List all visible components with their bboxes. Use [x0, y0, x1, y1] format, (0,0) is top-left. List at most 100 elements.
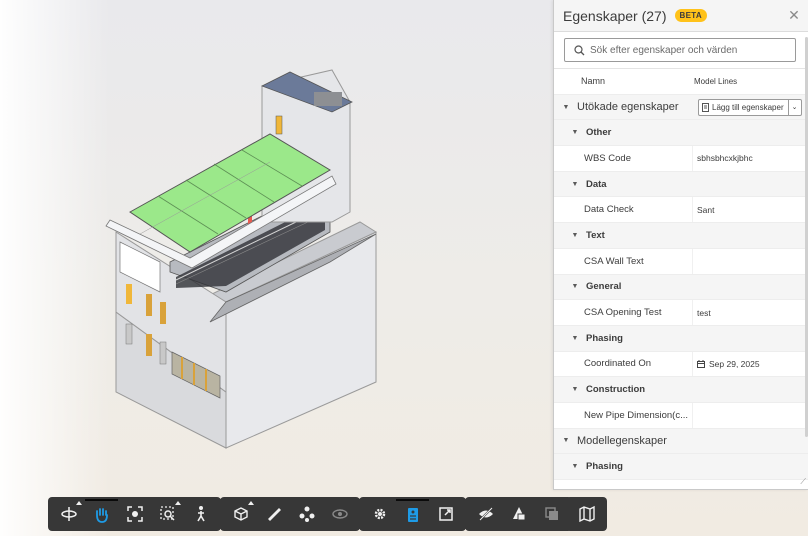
search-icon [574, 44, 585, 55]
hide-eye-button[interactable] [323, 499, 356, 529]
group-label: Data [586, 178, 607, 190]
panel-title: Egenskaper (27) [563, 7, 667, 24]
property-name: New Pipe Dimension(c... [584, 409, 689, 421]
more-options-indicator-icon [76, 501, 82, 505]
property-name: Data Check [584, 204, 634, 216]
group-label: Phasing [586, 332, 623, 344]
viewer-edge-glow [0, 0, 110, 536]
sheets-map-icon [578, 505, 595, 523]
explode-button[interactable] [290, 499, 323, 529]
properties-button[interactable] [396, 499, 429, 529]
toolbar-group [566, 497, 607, 531]
toolbar-group [465, 497, 572, 531]
property-name: WBS Code [584, 152, 631, 164]
visibility-off-button[interactable] [469, 499, 502, 529]
close-icon[interactable]: ✕ [786, 7, 802, 23]
pan-hand-button[interactable] [85, 499, 118, 529]
property-row[interactable]: Data Check Sant [554, 197, 808, 224]
panel-header: Egenskaper (27) BETA ✕ [554, 0, 808, 32]
group-header[interactable]: ▼ Other [554, 120, 808, 147]
group-label: Construction [586, 384, 646, 396]
section-box-icon [233, 507, 248, 521]
chevron-down-icon[interactable]: ⌄ [787, 99, 801, 115]
property-name: CSA Opening Test [584, 307, 662, 319]
group-header[interactable]: ▼ Phasing [554, 454, 808, 480]
property-value-text: sbhsbhcxkjbhc [697, 153, 753, 164]
property-row[interactable]: CSA Opening Test test [554, 300, 808, 326]
layers-icon [544, 507, 558, 520]
property-value-text: Sep 29, 2025 [709, 358, 760, 369]
column-divider [692, 300, 693, 325]
properties-list: Namn Model Lines ▼ Utökade egenskaper Lägg… [554, 69, 808, 480]
pan-hand-icon [95, 508, 108, 523]
column-divider [692, 197, 693, 223]
column-value-header: Model Lines [694, 76, 738, 86]
fullscreen-icon [438, 507, 453, 521]
column-header: Namn Model Lines [554, 69, 808, 95]
group-label: Phasing [586, 461, 623, 473]
fullscreen-button[interactable] [429, 499, 462, 529]
property-value: sbhsbhcxkjbhc [697, 153, 753, 163]
zoom-window-button[interactable] [151, 499, 184, 529]
caret-down-icon: ▼ [571, 283, 579, 291]
caret-down-icon: ▼ [571, 463, 579, 471]
property-row[interactable]: Coordinated On Sep 29, 2025 [554, 351, 808, 378]
building-model[interactable] [100, 62, 390, 452]
caret-down-icon: ▼ [571, 231, 579, 239]
group-header[interactable]: ▼ General [554, 274, 808, 301]
section-box-button[interactable] [224, 499, 257, 529]
section-label: Modellegenskaper [577, 434, 667, 447]
resize-grip-icon[interactable]: ⟋ [800, 477, 806, 487]
property-row[interactable]: CSA Wall Text [554, 248, 808, 275]
layers-button[interactable] [535, 499, 568, 529]
add-properties-button[interactable]: Lägg till egenskaper ⌄ [698, 98, 802, 116]
toolbar-group [220, 497, 360, 531]
properties-icon [407, 508, 418, 522]
toolbar-group [48, 497, 221, 531]
search-area [554, 32, 808, 69]
group-header[interactable]: ▼ Phasing [554, 325, 808, 352]
calendar-icon [697, 359, 705, 368]
section-header[interactable]: ▼ Modellegenskaper [554, 428, 808, 455]
property-row[interactable]: New Pipe Dimension(c... [554, 402, 808, 429]
fit-view-button[interactable] [118, 499, 151, 529]
group-header[interactable]: ▼ Text [554, 223, 808, 249]
section-label: Utökade egenskaper [577, 101, 679, 114]
caret-down-icon: ▼ [571, 334, 579, 342]
property-value-text: test [697, 307, 711, 318]
model-browser-icon [512, 507, 525, 521]
column-divider [692, 402, 693, 428]
column-divider [692, 351, 693, 377]
property-name: Coordinated On [584, 358, 652, 370]
visibility-off-icon [478, 507, 493, 521]
property-name: CSA Wall Text [584, 255, 644, 267]
fit-view-icon [126, 506, 143, 522]
column-divider [692, 146, 693, 171]
search-input[interactable] [590, 44, 790, 56]
caret-down-icon: ▼ [562, 437, 570, 445]
hide-eye-icon [331, 509, 348, 519]
property-value-text: Sant [697, 204, 715, 215]
property-value: Sant [697, 205, 715, 215]
property-row[interactable]: WBS Code sbhsbhcxkjbhc [554, 146, 808, 172]
model-browser-button[interactable] [502, 499, 535, 529]
group-header[interactable]: ▼ Construction [554, 377, 808, 403]
explode-icon [299, 506, 314, 522]
sheets-map-button[interactable] [570, 499, 603, 529]
property-value: test [697, 308, 711, 318]
caret-down-icon: ▼ [562, 103, 570, 111]
measure-button[interactable] [257, 499, 290, 529]
column-divider [692, 248, 693, 274]
more-options-indicator-icon [175, 501, 181, 505]
first-person-button[interactable] [184, 499, 217, 529]
settings-gear-button[interactable] [363, 499, 396, 529]
caret-down-icon: ▼ [571, 129, 579, 137]
search-box[interactable] [564, 38, 796, 62]
group-header[interactable]: ▼ Data [554, 171, 808, 198]
measure-icon [267, 508, 281, 521]
properties-panel: Egenskaper (27) BETA ✕ Namn Model Lines … [553, 0, 808, 490]
document-icon [702, 102, 709, 112]
beta-badge: BETA [674, 9, 707, 22]
orbit-button[interactable] [52, 499, 85, 529]
section-header[interactable]: ▼ Utökade egenskaper Lägg till egenskaper ⌄ [554, 94, 808, 121]
